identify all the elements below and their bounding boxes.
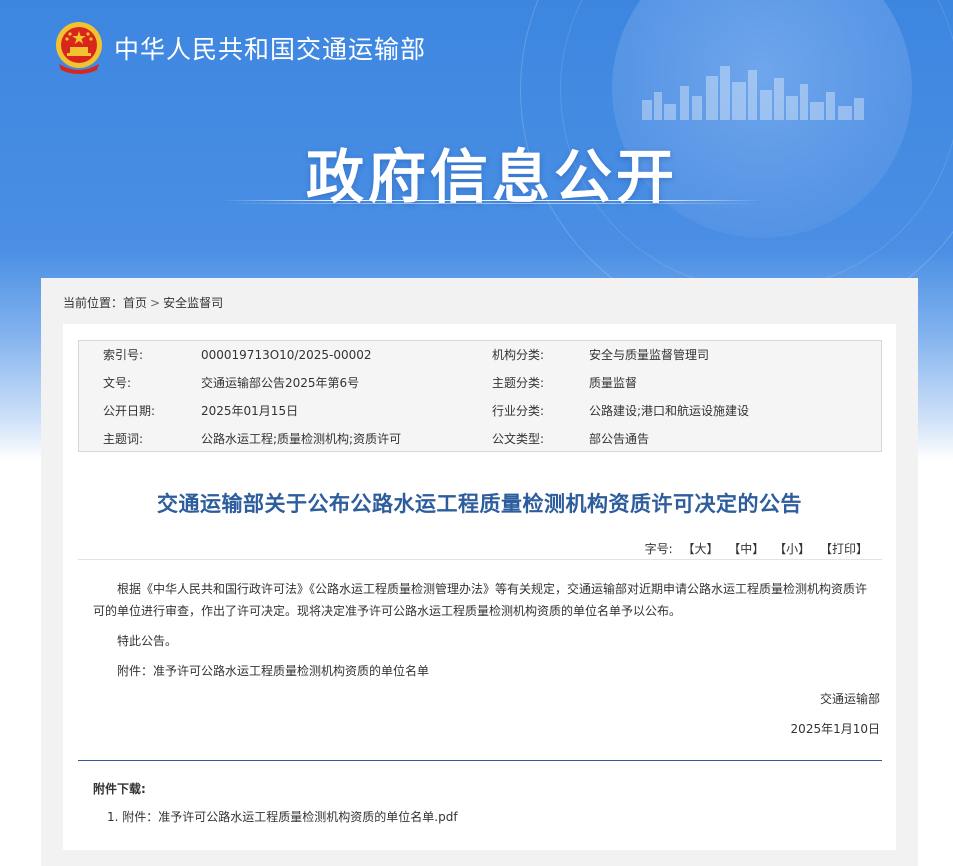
breadcrumb-separator: > [150, 296, 161, 310]
meta-value: 000019713O10/2025-00002 [201, 348, 372, 362]
meta-value: 质量监督 [589, 376, 638, 390]
meta-value: 部公告通告 [589, 432, 650, 446]
document-meta-table: 索引号: 000019713O10/2025-00002 机构分类: 安全与质量… [78, 340, 882, 452]
breadcrumb-label: 当前位置： [63, 296, 124, 310]
breadcrumb: 当前位置：首页 > 安全监督司 [63, 294, 223, 311]
attachment-download-link[interactable]: 附件：准予许可公路水运工程质量检测机构资质的单位名单.pdf [122, 810, 457, 824]
meta-value: 公路水运工程;质量检测机构;资质许可 [201, 432, 402, 446]
meta-value: 2025年01月15日 [201, 404, 299, 418]
site-title: 中华人民共和国交通运输部 [114, 35, 427, 64]
city-skyline-icon [642, 66, 864, 120]
meta-value: 交通运输部公告2025年第6号 [201, 376, 360, 390]
attachments-divider [78, 760, 882, 761]
breadcrumb-department-link[interactable]: 安全监督司 [163, 296, 223, 310]
document-signature: 交通运输部 [819, 692, 880, 706]
meta-row: 公开日期: 2025年01月15日 行业分类: 公路建设;港口和航运设施建设 [79, 397, 881, 425]
meta-key: 文号: [103, 376, 132, 390]
attachments-title: 附件下载: [93, 782, 146, 796]
meta-key: 公开日期: [103, 404, 156, 418]
meta-key: 机构分类: [492, 348, 545, 362]
document-date: 2025年1月10日 [790, 722, 880, 736]
title-underline [222, 200, 762, 204]
meta-key: 公文类型: [492, 432, 545, 446]
divider [78, 559, 882, 560]
font-size-medium-button[interactable]: 【中】 [728, 542, 764, 556]
print-button[interactable]: 【打印】 [820, 542, 868, 556]
meta-row: 文号: 交通运输部公告2025年第6号 主题分类: 质量监督 [79, 369, 881, 397]
font-size-toolbar: 字号: 【大】 【中】 【小】 【打印】 [645, 540, 868, 557]
meta-key: 行业分类: [492, 404, 545, 418]
font-size-large-button[interactable]: 【大】 [682, 542, 718, 556]
body-paragraph: 根据《中华人民共和国行政许可法》《公路水运工程质量检测管理办法》等有关规定，交通… [93, 582, 868, 618]
meta-row: 索引号: 000019713O10/2025-00002 机构分类: 安全与质量… [79, 341, 881, 369]
meta-value: 公路建设;港口和航运设施建设 [589, 404, 750, 418]
body-paragraph: 特此公告。 [117, 634, 178, 648]
breadcrumb-home-link[interactable]: 首页 [123, 296, 147, 310]
font-size-small-button[interactable]: 【小】 [774, 542, 810, 556]
main-container: 当前位置：首页 > 安全监督司 索引号: 000019713O10/2025-000… [41, 278, 918, 866]
attachment-item: 1. 附件：准予许可公路水运工程质量检测机构资质的单位名单.pdf [107, 808, 458, 825]
document-body: 根据《中华人民共和国行政许可法》《公路水运工程质量检测管理办法》等有关规定，交通… [93, 578, 873, 682]
meta-value: 安全与质量监督管理司 [589, 348, 710, 362]
font-size-label: 字号: [644, 542, 673, 556]
body-paragraph: 附件：准予许可公路水运工程质量检测机构资质的单位名单 [117, 664, 430, 678]
meta-key: 主题词: [103, 432, 144, 446]
content-panel: 索引号: 000019713O10/2025-00002 机构分类: 安全与质量… [63, 324, 896, 850]
attachment-index: 1. [107, 810, 119, 824]
meta-row: 主题词: 公路水运工程;质量检测机构;资质许可 公文类型: 部公告通告 [79, 425, 881, 453]
document-title: 交通运输部关于公布公路水运工程质量检测机构资质许可决定的公告 [157, 492, 802, 516]
national-emblem-icon [56, 22, 102, 74]
meta-key: 索引号: [103, 348, 144, 362]
meta-key: 主题分类: [492, 376, 545, 390]
header-banner: 中华人民共和国交通运输部 政府信息公开 [0, 0, 953, 300]
section-title: 政府信息公开 [306, 143, 679, 211]
